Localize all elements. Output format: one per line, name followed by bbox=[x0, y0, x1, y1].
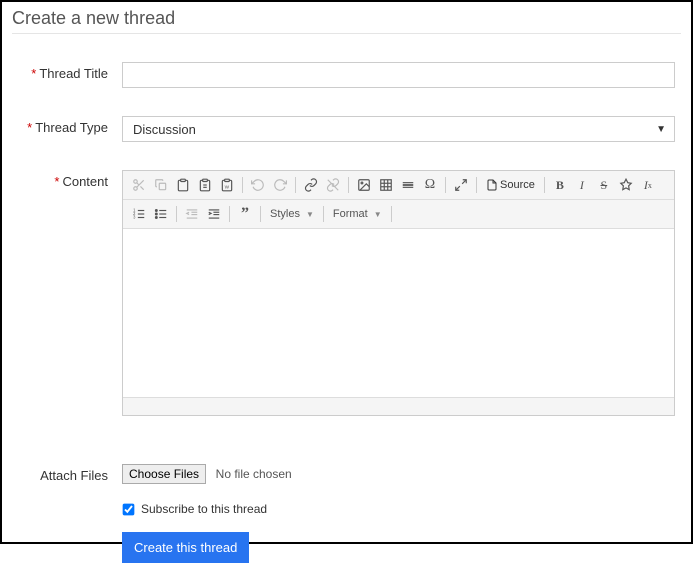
italic-icon[interactable]: I bbox=[572, 175, 592, 195]
styles-dropdown[interactable]: Styles ▼ bbox=[266, 204, 318, 224]
editor-toolbar-row2: 123 ” Styles ▼ Format ▼ bbox=[123, 200, 674, 229]
chevron-down-icon: ▼ bbox=[306, 210, 314, 219]
editor-textarea[interactable] bbox=[123, 229, 674, 397]
svg-text:3: 3 bbox=[133, 215, 136, 220]
editor-footer bbox=[123, 397, 674, 415]
undo-icon[interactable] bbox=[248, 175, 268, 195]
horizontal-rule-icon[interactable] bbox=[398, 175, 418, 195]
maximize-icon[interactable] bbox=[451, 175, 471, 195]
label-content: *Content bbox=[12, 170, 122, 416]
create-thread-form: Create a new thread *Thread Title *Threa… bbox=[0, 0, 693, 544]
subscribe-checkbox[interactable] bbox=[123, 503, 135, 515]
strikethrough-icon[interactable]: S bbox=[594, 175, 614, 195]
copy-icon[interactable] bbox=[151, 175, 171, 195]
page-title: Create a new thread bbox=[12, 8, 681, 34]
paste-icon[interactable] bbox=[173, 175, 193, 195]
thread-type-select[interactable]: Discussion ▼ bbox=[122, 116, 675, 142]
row-attach-files: Attach Files Choose Files No file chosen bbox=[12, 464, 681, 484]
chevron-down-icon: ▼ bbox=[374, 210, 382, 219]
paste-word-icon[interactable]: W bbox=[217, 175, 237, 195]
row-thread-type: *Thread Type Discussion ▼ bbox=[12, 116, 681, 142]
bullet-list-icon[interactable] bbox=[151, 204, 171, 224]
bold-icon[interactable]: B bbox=[550, 175, 570, 195]
editor-toolbar-row1: W Ω Source bbox=[123, 171, 674, 200]
special-char-icon[interactable]: Ω bbox=[420, 175, 440, 195]
label-attach-files: Attach Files bbox=[12, 464, 122, 484]
required-marker: * bbox=[54, 174, 59, 189]
link-icon[interactable] bbox=[301, 175, 321, 195]
thread-title-input[interactable] bbox=[122, 62, 675, 88]
highlight-icon[interactable] bbox=[616, 175, 636, 195]
required-marker: * bbox=[31, 66, 36, 81]
create-thread-button[interactable]: Create this thread bbox=[122, 532, 249, 563]
label-thread-type: *Thread Type bbox=[12, 116, 122, 142]
thread-type-selected: Discussion bbox=[133, 122, 196, 137]
required-marker: * bbox=[27, 120, 32, 135]
cut-icon[interactable] bbox=[129, 175, 149, 195]
chevron-down-icon: ▼ bbox=[656, 124, 666, 135]
format-dropdown[interactable]: Format ▼ bbox=[329, 204, 386, 224]
blockquote-icon[interactable]: ” bbox=[235, 204, 255, 224]
rich-text-editor: W Ω Source bbox=[122, 170, 675, 416]
redo-icon[interactable] bbox=[270, 175, 290, 195]
subscribe-row: Subscribe to this thread bbox=[122, 502, 681, 516]
outdent-icon[interactable] bbox=[182, 204, 202, 224]
row-thread-title: *Thread Title bbox=[12, 62, 681, 88]
numbered-list-icon[interactable]: 123 bbox=[129, 204, 149, 224]
unlink-icon[interactable] bbox=[323, 175, 343, 195]
label-thread-title: *Thread Title bbox=[12, 62, 122, 88]
remove-format-icon[interactable]: Ix bbox=[638, 175, 658, 195]
image-icon[interactable] bbox=[354, 175, 374, 195]
source-button[interactable]: Source bbox=[482, 175, 539, 195]
row-content: *Content W bbox=[12, 170, 681, 416]
paste-text-icon[interactable] bbox=[195, 175, 215, 195]
file-status-text: No file chosen bbox=[216, 467, 292, 481]
subscribe-label: Subscribe to this thread bbox=[141, 502, 267, 516]
choose-files-button[interactable]: Choose Files bbox=[122, 464, 206, 484]
indent-icon[interactable] bbox=[204, 204, 224, 224]
svg-text:W: W bbox=[225, 185, 230, 190]
table-icon[interactable] bbox=[376, 175, 396, 195]
